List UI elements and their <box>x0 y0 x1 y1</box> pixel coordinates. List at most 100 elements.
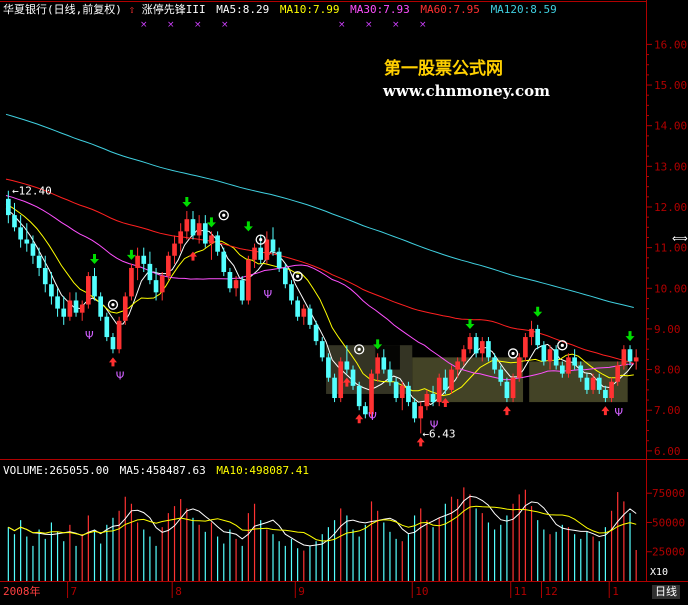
stock-title[interactable]: 华夏银行(日线,前复权) <box>3 3 122 16</box>
candle-body <box>172 243 177 256</box>
month-label: 7 <box>71 585 78 598</box>
candle-body <box>252 247 257 260</box>
candle-body <box>61 308 67 317</box>
top-signal-mark-icon: × <box>221 20 229 30</box>
candle-body <box>387 369 393 382</box>
psi-marker-icon: Ψ <box>614 406 623 419</box>
price-tick-label: 9.00 <box>654 323 681 336</box>
candle-body <box>393 381 399 399</box>
candle-body <box>24 239 30 244</box>
period-button[interactable]: 日线 <box>652 585 680 599</box>
month-label: 1 <box>612 585 619 598</box>
candle-body <box>350 369 356 386</box>
candle-body <box>504 381 510 399</box>
candle-body <box>399 385 405 399</box>
candle-body <box>418 406 424 419</box>
candle-body <box>326 357 331 378</box>
top-signal-mark-icon: × <box>365 20 373 30</box>
candle-body <box>295 300 300 317</box>
candle-body <box>73 300 79 313</box>
pivot-ring-center <box>222 213 226 217</box>
price-tick-label: 16.00 <box>654 38 687 51</box>
candle-body <box>332 377 337 399</box>
candle-body <box>55 296 60 309</box>
candle-body <box>363 406 368 415</box>
candle-body <box>516 357 522 378</box>
volume-axis: 75000 50000 25000 <box>646 487 685 559</box>
low-price-label: ←6.43 <box>422 427 455 440</box>
candle-body <box>535 328 541 346</box>
candle-body <box>276 251 282 268</box>
candle-body <box>196 223 202 236</box>
candle-body <box>166 255 171 277</box>
chart-canvas[interactable]: 16.0015.0014.0013.0012.0011.0010.009.008… <box>0 0 688 601</box>
candle-body <box>184 219 190 232</box>
candle-body <box>42 267 48 285</box>
candle-body <box>159 276 165 293</box>
high-price-label: ←12.40 <box>12 185 52 198</box>
candle-body <box>227 272 233 289</box>
pivot-ring-center <box>560 343 564 347</box>
volume-tick-label: 75000 <box>652 487 685 500</box>
candle-body <box>498 369 504 382</box>
candle-body <box>479 341 485 354</box>
candle-body <box>6 198 11 216</box>
ma5-value: MA5:8.29 <box>216 3 270 16</box>
volume-ma5-value: MA5:458487.63 <box>119 464 206 477</box>
candle-body <box>18 227 23 240</box>
candle-body <box>221 251 227 273</box>
candle-body <box>98 296 103 317</box>
candle-body <box>523 337 528 358</box>
candle-body <box>381 357 387 370</box>
ma10-value: MA10:7.99 <box>279 3 340 16</box>
candle-body <box>153 280 159 293</box>
candle-body <box>258 247 264 260</box>
candle-body <box>313 324 319 342</box>
candle-body <box>486 341 491 358</box>
scroll-handle-icon[interactable]: ⟺ <box>672 232 688 246</box>
volume-ma10-value: MA10:498087.41 <box>216 464 310 477</box>
candle-body <box>147 263 153 281</box>
candle-body <box>424 393 430 407</box>
candle-body <box>178 231 184 244</box>
candle-body <box>510 377 516 399</box>
year-label: 2008年 <box>3 585 41 598</box>
watermark-site-name: 第一股票公式网 <box>384 59 503 79</box>
top-signal-mark-icon: × <box>194 20 202 30</box>
psi-marker-icon: Ψ <box>85 329 94 342</box>
price-tick-label: 7.00 <box>654 404 681 417</box>
candle-body <box>578 365 584 378</box>
candle-body <box>270 239 276 252</box>
candle-body <box>202 223 208 244</box>
candle-body <box>12 215 17 228</box>
volume-tick-label: 50000 <box>652 516 685 529</box>
candle-body <box>86 276 91 305</box>
price-tick-label: 8.00 <box>654 364 681 377</box>
month-label: 8 <box>175 585 182 598</box>
candle-body <box>338 361 344 399</box>
candle-body <box>572 357 577 366</box>
ma60-value: MA60:7.95 <box>420 3 480 16</box>
ma120-value: MA120:8.59 <box>490 3 557 16</box>
candle-body <box>529 328 534 338</box>
candle-body <box>449 369 454 390</box>
pivot-ring-center <box>259 238 263 242</box>
candle-body <box>596 377 602 390</box>
psi-marker-icon: Ψ <box>116 370 125 383</box>
candle-body <box>239 280 245 301</box>
price-tick-label: 6.00 <box>654 445 681 458</box>
price-tick-label: 10.00 <box>654 282 687 295</box>
candle-body <box>541 345 547 362</box>
candle-body <box>190 219 196 236</box>
candle-body <box>412 402 417 419</box>
candle-body <box>553 349 559 366</box>
top-signal-mark-icon: × <box>167 20 175 30</box>
candle-body <box>104 316 110 338</box>
candle-body <box>116 320 122 350</box>
indicator-name[interactable]: 涨停先锋III <box>142 3 206 16</box>
candle-body <box>289 284 294 301</box>
candle-body <box>110 337 116 350</box>
month-label: 11 <box>514 585 527 598</box>
candle-body <box>264 239 270 260</box>
candle-body <box>129 267 134 297</box>
